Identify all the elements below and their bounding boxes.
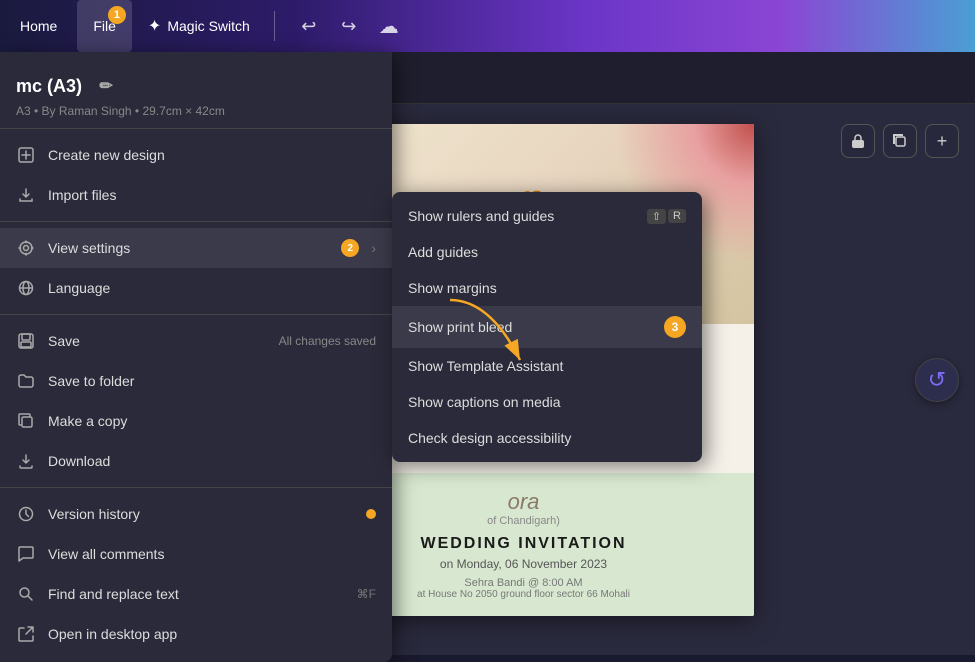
home-button[interactable]: Home — [0, 0, 77, 52]
menu-item-save[interactable]: Save All changes saved — [0, 321, 392, 361]
menu-item-download[interactable]: Download — [0, 441, 392, 481]
download-icon — [16, 451, 36, 471]
canvas-add-button[interactable]: + — [925, 124, 959, 158]
cloud-save-button[interactable]: ☁ — [371, 8, 407, 44]
view-comments-icon — [16, 544, 36, 564]
make-copy-label: Make a copy — [48, 413, 376, 429]
menu-item-version-history[interactable]: Version history — [0, 494, 392, 534]
make-copy-icon — [16, 411, 36, 431]
add-guides-label: Add guides — [408, 244, 478, 260]
show-rulers-shortcut: ⇧R — [647, 209, 686, 224]
open-desktop-icon — [16, 624, 36, 644]
redo-button[interactable]: ↪ — [331, 8, 367, 44]
import-icon — [16, 185, 36, 205]
save-status: All changes saved — [279, 334, 376, 348]
print-bleed-badge: 3 — [664, 316, 686, 338]
submenu-show-captions[interactable]: Show captions on media — [392, 384, 702, 420]
save-label: Save — [48, 333, 267, 349]
menu-divider-2 — [0, 221, 392, 222]
file-menu-button[interactable]: File 1 — [77, 0, 132, 52]
file-menu-header: mc (A3) ✏ A3 • By Raman Singh • 29.7cm ×… — [0, 60, 392, 122]
create-new-label: Create new design — [48, 147, 376, 163]
view-settings-label: View settings — [48, 240, 329, 256]
version-history-label: Version history — [48, 506, 354, 522]
file-menu-title: mc (A3) ✏ — [16, 72, 376, 100]
menu-divider-1 — [0, 128, 392, 129]
undo-button[interactable]: ↩ — [291, 8, 327, 44]
menu-divider-3 — [0, 314, 392, 315]
file-menu-subtitle: A3 • By Raman Singh • 29.7cm × 42cm — [16, 104, 376, 118]
version-history-icon — [16, 504, 36, 524]
save-icon — [16, 331, 36, 351]
menu-item-find-replace[interactable]: Find and replace text ⌘F — [0, 574, 392, 614]
view-settings-icon — [16, 238, 36, 258]
menu-divider-4 — [0, 487, 392, 488]
find-replace-icon — [16, 584, 36, 604]
menu-item-import[interactable]: Import files — [0, 175, 392, 215]
topbar-actions: ↩ ↪ ☁ — [283, 8, 415, 44]
refresh-button[interactable]: ↺ — [915, 358, 959, 402]
file-badge: 1 — [108, 6, 126, 24]
language-label: Language — [48, 280, 376, 296]
menu-item-open-desktop[interactable]: Open in desktop app — [0, 614, 392, 654]
import-label: Import files — [48, 187, 376, 203]
find-replace-shortcut: ⌘F — [357, 587, 376, 601]
submenu-show-print-bleed[interactable]: Show print bleed 3 — [392, 306, 702, 348]
canvas-float-buttons: + — [841, 124, 959, 158]
refresh-icon: ↺ — [928, 367, 946, 393]
menu-item-language[interactable]: Language — [0, 268, 392, 308]
view-comments-label: View all comments — [48, 546, 376, 562]
save-folder-icon — [16, 371, 36, 391]
submenu-show-margins[interactable]: Show margins — [392, 270, 702, 306]
show-template-label: Show Template Assistant — [408, 358, 563, 374]
show-rulers-label: Show rulers and guides — [408, 208, 554, 224]
view-settings-chevron: › — [371, 240, 376, 256]
submenu-add-guides[interactable]: Add guides — [392, 234, 702, 270]
menu-item-create-new[interactable]: Create new design — [0, 135, 392, 175]
version-history-dot — [366, 509, 376, 519]
view-settings-submenu: Show rulers and guides ⇧R Add guides Sho… — [392, 192, 702, 462]
menu-item-view-settings[interactable]: View settings 2 › — [0, 228, 392, 268]
check-accessibility-label: Check design accessibility — [408, 430, 571, 446]
show-print-bleed-label: Show print bleed — [408, 319, 512, 335]
menu-item-save-folder[interactable]: Save to folder — [0, 361, 392, 401]
create-new-icon — [16, 145, 36, 165]
show-captions-label: Show captions on media — [408, 394, 561, 410]
topbar: Home File 1 ✦ Magic Switch ↩ ↪ ☁ — [0, 0, 975, 52]
view-settings-badge: 2 — [341, 239, 359, 257]
edit-title-button[interactable]: ✏ — [92, 72, 120, 100]
canvas-copy-button[interactable] — [883, 124, 917, 158]
topbar-divider — [274, 11, 275, 41]
submenu-show-template[interactable]: Show Template Assistant — [392, 348, 702, 384]
save-folder-label: Save to folder — [48, 373, 376, 389]
language-icon — [16, 278, 36, 298]
submenu-check-accessibility[interactable]: Check design accessibility — [392, 420, 702, 456]
submenu-show-rulers[interactable]: Show rulers and guides ⇧R — [392, 198, 702, 234]
open-desktop-label: Open in desktop app — [48, 626, 376, 642]
download-label: Download — [48, 453, 376, 469]
find-replace-label: Find and replace text — [48, 586, 345, 602]
show-margins-label: Show margins — [408, 280, 497, 296]
menu-item-make-copy[interactable]: Make a copy — [0, 401, 392, 441]
canvas-lock-button[interactable] — [841, 124, 875, 158]
magic-switch-icon: ✦ — [148, 16, 161, 36]
file-dropdown-menu: mc (A3) ✏ A3 • By Raman Singh • 29.7cm ×… — [0, 52, 392, 662]
magic-switch-button[interactable]: ✦ Magic Switch — [132, 0, 266, 52]
menu-item-view-comments[interactable]: View all comments — [0, 534, 392, 574]
